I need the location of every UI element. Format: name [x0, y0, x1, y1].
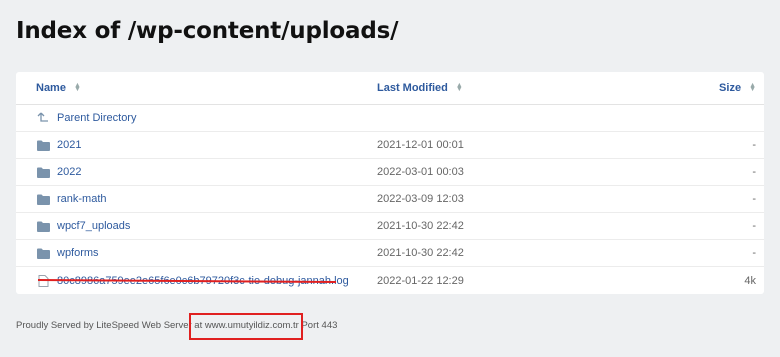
table-row[interactable]: rank-math 2022-03-09 12:03 - — [16, 186, 764, 213]
sort-icon[interactable]: ▲ ▼ — [749, 82, 756, 93]
file-size: - — [752, 139, 756, 151]
file-size: - — [752, 193, 756, 205]
file-size: - — [752, 220, 756, 232]
table-row[interactable]: 2022 2022-03-01 00:03 - — [16, 159, 764, 186]
modified-date: 2021-12-01 00:01 — [377, 139, 464, 151]
entry-link[interactable]: 2021 — [57, 139, 81, 151]
modified-date: 2022-03-09 12:03 — [377, 193, 464, 205]
parent-directory-row[interactable]: Parent Directory — [16, 105, 764, 132]
file-size: 4k — [744, 274, 756, 287]
modified-date: 2022-01-22 12:29 — [377, 274, 464, 287]
annotation-highlight-box — [189, 313, 303, 340]
modified-date: 2022-03-01 00:03 — [377, 166, 464, 178]
file-size: - — [752, 247, 756, 259]
file-size: - — [752, 166, 756, 178]
modified-date: 2021-10-30 22:42 — [377, 247, 464, 259]
entry-link[interactable]: rank-math — [57, 193, 107, 205]
folder-icon — [36, 220, 50, 232]
folder-icon — [36, 193, 50, 205]
folder-icon — [36, 247, 50, 259]
folder-icon — [36, 166, 50, 178]
entry-link[interactable]: wpcf7_uploads — [57, 220, 130, 232]
name-column-header[interactable]: Name — [36, 82, 66, 94]
entry-link[interactable]: 2022 — [57, 166, 81, 178]
up-arrow-icon — [36, 112, 50, 124]
sort-icon[interactable]: ▲ ▼ — [74, 82, 81, 93]
sort-icon[interactable]: ▲ ▼ — [456, 82, 463, 93]
folder-icon — [36, 139, 50, 151]
last-modified-column-header[interactable]: Last Modified — [377, 82, 448, 94]
entry-link[interactable]: wpforms — [57, 247, 99, 259]
table-row[interactable]: wpforms 2021-10-30 22:42 - — [16, 240, 764, 267]
table-header: Name ▲ ▼ Last Modified ▲ ▼ Size ▲ ▼ — [16, 72, 764, 105]
modified-date: 2021-10-30 22:42 — [377, 220, 464, 232]
directory-listing: Name ▲ ▼ Last Modified ▲ ▼ Size ▲ ▼ Parent … — [16, 72, 764, 294]
table-row[interactable]: wpcf7_uploads 2021-10-30 22:42 - — [16, 213, 764, 240]
page-title: Index of /wp-content/uploads/ — [16, 18, 399, 44]
parent-directory-link[interactable]: Parent Directory — [57, 112, 136, 124]
table-row[interactable]: 2021 2021-12-01 00:01 - — [16, 132, 764, 159]
size-column-header[interactable]: Size — [719, 82, 741, 94]
